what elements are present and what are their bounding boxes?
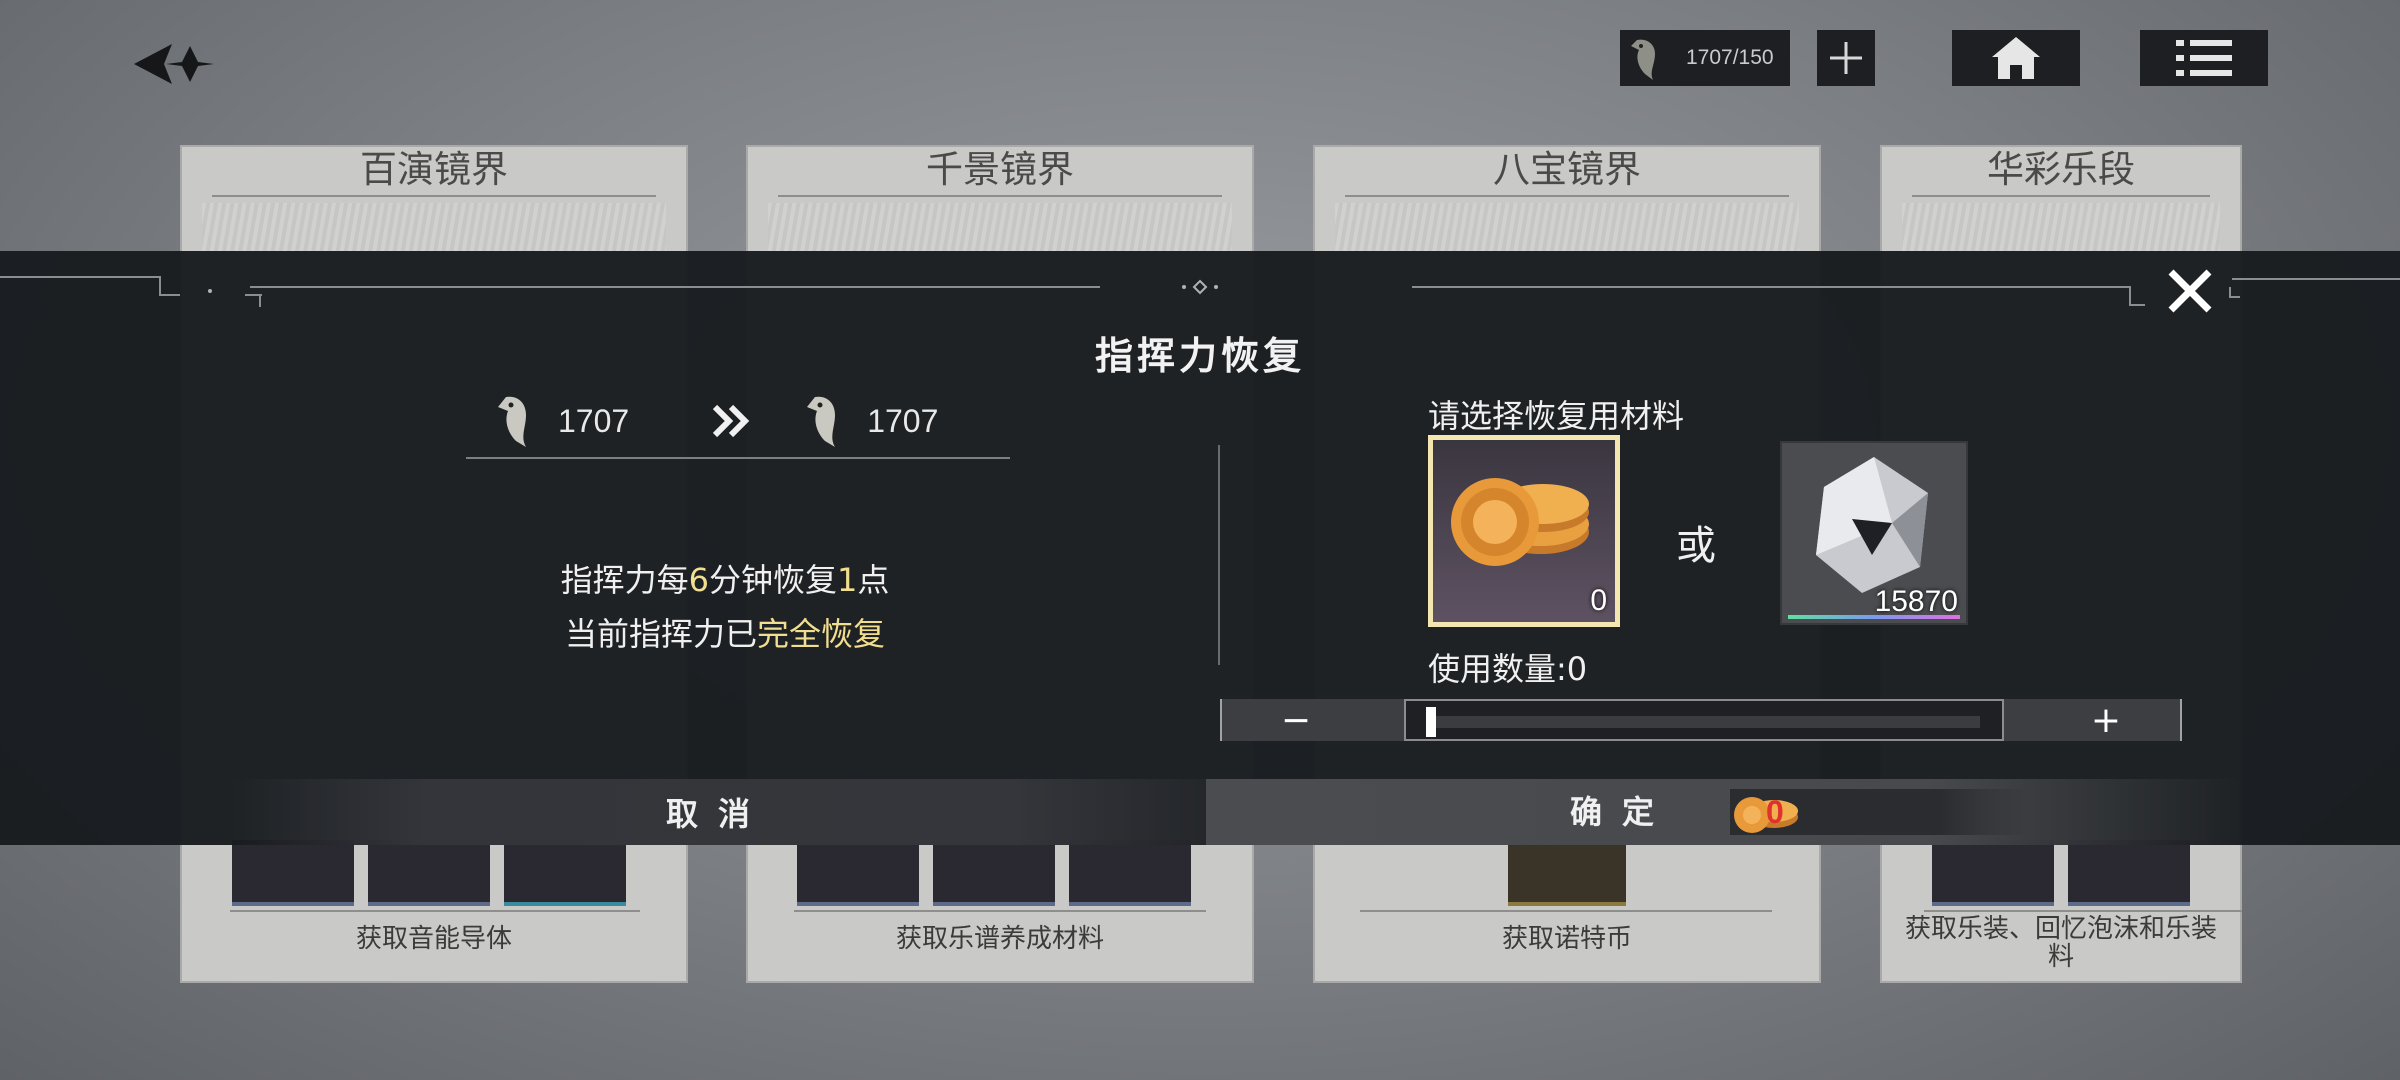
- increase-button[interactable]: +: [2032, 699, 2182, 741]
- plus-icon: [1830, 42, 1862, 74]
- slider-track[interactable]: [1404, 699, 2004, 741]
- dialog-footer: 取消 确定 0: [0, 779, 2400, 845]
- item-thumb: [368, 840, 490, 906]
- card-link-text[interactable]: 获取诺特币: [1313, 918, 1821, 955]
- item-thumb: [232, 840, 354, 906]
- or-label: 或: [1676, 523, 1716, 569]
- confirm-label: 确定: [1570, 793, 1675, 831]
- biscuit-icon: [1451, 478, 1589, 566]
- crow-icon: [498, 396, 526, 447]
- back-button[interactable]: [128, 38, 218, 90]
- card-link-text[interactable]: 获取乐谱养成材料: [746, 918, 1254, 955]
- item-thumb: [933, 840, 1055, 906]
- card-title: 千景镜界: [778, 147, 1222, 197]
- stamina-change-row: 1707 1707: [496, 391, 1016, 451]
- home-icon: [1992, 37, 2040, 79]
- menu-icon: [2176, 40, 2232, 76]
- home-button[interactable]: [1952, 30, 2080, 86]
- crow-icon: [807, 396, 836, 447]
- menu-button[interactable]: [2140, 30, 2268, 86]
- card-title: 百演镜界: [212, 147, 656, 197]
- card-thumbs: [1508, 840, 1626, 906]
- use-count-label: 使用数量:0: [1428, 650, 1588, 688]
- slider-handle[interactable]: [1426, 707, 1436, 737]
- quantity-slider: − +: [1220, 699, 2182, 741]
- double-chevron-right-icon: [713, 404, 750, 438]
- item-thumb: [797, 840, 919, 906]
- cost-value: 0: [1766, 794, 1784, 830]
- back-arrow-icon: [134, 44, 214, 84]
- highlight-text: 1: [837, 561, 858, 599]
- item-thumb: [1932, 840, 2054, 906]
- stamina-counter: 1707/150: [1620, 30, 1790, 86]
- text: 当前指挥力已: [564, 615, 757, 653]
- card-title: 八宝镜界: [1345, 147, 1789, 197]
- divider: [230, 910, 640, 912]
- recovery-rate-text: 指挥力每6分钟恢复1点: [0, 555, 1450, 601]
- divider: [466, 457, 1010, 459]
- item-thumb: [504, 840, 626, 906]
- item-thumb: [2068, 840, 2190, 906]
- select-material-label: 请选择恢复用材料: [1428, 397, 1685, 435]
- material-slot-crystal[interactable]: 15870: [1780, 441, 1968, 625]
- close-button[interactable]: [2160, 261, 2220, 321]
- highlight-text: 6: [688, 561, 709, 599]
- close-icon: [2168, 269, 2212, 313]
- material-count: 15870: [1874, 585, 1958, 618]
- card-title: 华彩乐段: [1912, 147, 2210, 197]
- material-count: 0: [1590, 584, 1607, 617]
- highlight-text: 完全恢复: [757, 615, 886, 653]
- card-thumbs: [232, 840, 626, 906]
- current-stamina: 1707: [558, 402, 630, 439]
- card-link-text[interactable]: 获取音能导体: [180, 918, 688, 955]
- text: 点: [857, 561, 890, 599]
- text: 指挥力每: [560, 561, 689, 599]
- card-link-text[interactable]: 获取乐装、回忆泡沫和乐装 料: [1880, 915, 2242, 971]
- coin-thumb: [1508, 840, 1626, 906]
- divider: [794, 910, 1206, 912]
- divider: [1924, 910, 2242, 912]
- slider-rail: [1428, 716, 1980, 728]
- cancel-button[interactable]: 取消: [230, 779, 1206, 845]
- stamina-value: 1707/150: [1686, 46, 1774, 69]
- decrease-button[interactable]: −: [1220, 699, 1370, 741]
- vertical-divider: [1218, 445, 1220, 665]
- dialog-title: 指挥力恢复: [1094, 334, 1305, 378]
- stamina-recovery-dialog: 指挥力恢复 1707 1707 指挥力每6分钟恢复1点 当前指挥力已完全恢复 请…: [0, 251, 2400, 845]
- text: 分钟恢复: [708, 561, 837, 599]
- material-slot-biscuit[interactable]: 0: [1428, 435, 1620, 627]
- item-thumb: [1069, 840, 1191, 906]
- card-thumbs: [1932, 840, 2190, 906]
- crow-icon: [1620, 30, 1674, 86]
- after-stamina: 1707: [867, 402, 939, 439]
- card-thumbs: [797, 840, 1191, 906]
- divider: [1360, 910, 1772, 912]
- confirm-button[interactable]: 确定 0: [1206, 779, 2240, 845]
- add-stamina-button[interactable]: [1817, 30, 1875, 86]
- recovery-status-text: 当前指挥力已完全恢复: [0, 609, 1450, 655]
- decorative-frame-line: [0, 276, 2400, 307]
